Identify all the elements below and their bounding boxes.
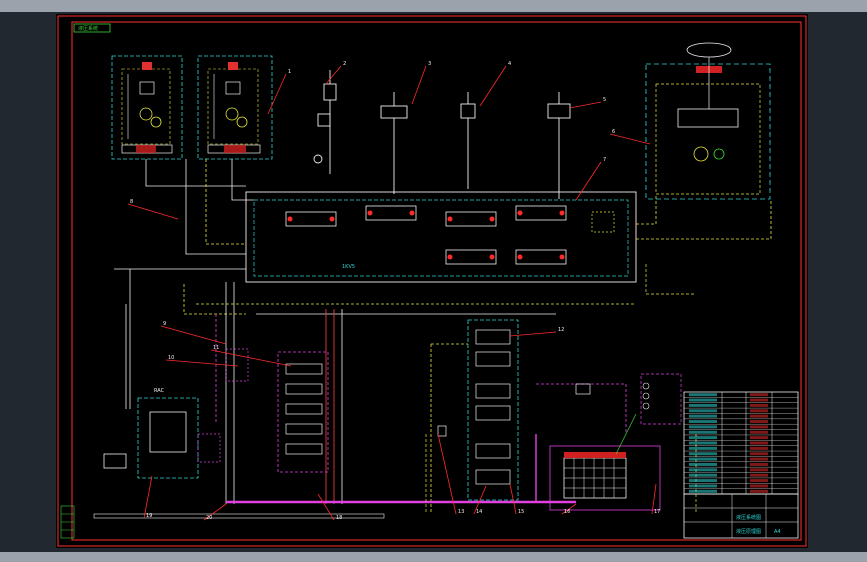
- panel-label: RAC: [154, 388, 165, 394]
- parts-list-spec: [750, 409, 768, 413]
- leader-1-line: [267, 73, 287, 115]
- leader-12-line: [509, 331, 557, 337]
- parts-list-entry: [689, 446, 717, 450]
- parts-list-spec: [750, 420, 768, 424]
- leader-12: 12: [558, 327, 564, 333]
- piping: [114, 159, 772, 514]
- parts-list-spec: [750, 479, 768, 483]
- leader-4: 4: [508, 61, 511, 67]
- parts-list-spec: [750, 403, 768, 407]
- parts-list-entry: [689, 430, 717, 434]
- corner-tag: 液压系统: [78, 25, 98, 32]
- outer-border: [57, 15, 807, 547]
- parts-list-entry: [689, 468, 717, 472]
- pilot-lines: [196, 264, 697, 514]
- leader-10: 10: [168, 355, 174, 361]
- leader-7-line: [575, 161, 602, 201]
- leader-18: 18: [336, 515, 342, 521]
- leader-6-line: [609, 133, 651, 145]
- parts-list-entry: [689, 414, 717, 418]
- leader-11: 11: [213, 345, 219, 351]
- parts-list-spec: [750, 489, 768, 493]
- parts-list-spec: [750, 425, 768, 429]
- parts-list-entry: [689, 420, 717, 424]
- parts-list-spec: [750, 441, 768, 445]
- parts-list-entry: [689, 425, 717, 429]
- leader-10-line: [165, 359, 239, 367]
- leader-8-line: [127, 203, 179, 220]
- valve-stack-center: [431, 319, 519, 501]
- parts-list-spec: [750, 484, 768, 488]
- leader-15: 15: [518, 509, 524, 515]
- electrical-block: [549, 373, 682, 511]
- mid-block-label: 1KV5: [342, 264, 355, 270]
- leader-7: 7: [603, 157, 606, 163]
- title-stamp-2: 液压原理图: [736, 528, 761, 535]
- pump-unit-right: [197, 55, 273, 160]
- parts-list-entry: [689, 409, 717, 413]
- right-pump-station: [645, 42, 771, 200]
- parts-list-entry: [689, 398, 717, 402]
- leader-13: 13: [458, 509, 464, 515]
- valve-manifold: [245, 191, 637, 283]
- leader-14: 14: [476, 509, 482, 515]
- parts-list-spec: [750, 430, 768, 434]
- inner-border: [71, 21, 802, 541]
- title-stamp-3: A4: [774, 529, 781, 535]
- parts-list-entry: [689, 489, 717, 493]
- parts-list-entry: [689, 457, 717, 461]
- pump-unit-left: [111, 55, 183, 160]
- leader-3-line: [411, 65, 427, 105]
- parts-list-entry: [689, 462, 717, 466]
- leader-8: 8: [130, 199, 133, 205]
- leader-15-line: [509, 483, 517, 515]
- drawing-sheet: 液压系统 RAC 1KV5 1 2 3 4 5 6 7 8 9 10 11 12…: [56, 14, 808, 548]
- parts-list-entry: [689, 436, 717, 440]
- leader-6: 6: [612, 129, 615, 135]
- leader-16: 16: [564, 509, 570, 515]
- leader-1: 1: [288, 69, 291, 75]
- parts-list-spec: [750, 468, 768, 472]
- leader-5-line: [569, 101, 602, 109]
- parts-list-spec: [750, 393, 768, 397]
- leader-4-line: [479, 65, 507, 107]
- parts-list-spec: [750, 452, 768, 456]
- power-pack: RAC: [93, 388, 385, 519]
- parts-list-spec: [750, 473, 768, 477]
- parts-list-spec: [750, 436, 768, 440]
- leader-3: 3: [428, 61, 431, 67]
- parts-list-spec: [750, 398, 768, 402]
- parts-list-spec: [750, 457, 768, 461]
- parts-list-spec: [750, 446, 768, 450]
- hydraulic-schematic: 液压系统 RAC 1KV5 12 3 45678910111213 14 15 …: [57, 15, 807, 547]
- parts-list-entry: [689, 479, 717, 483]
- parts-list-entry: [689, 441, 717, 445]
- parts-list-spec: [750, 462, 768, 466]
- parts-list-spec: [750, 414, 768, 418]
- parts-list-entry: [689, 452, 717, 456]
- leader-9: 9: [163, 321, 166, 327]
- leader-20: 20: [206, 515, 212, 521]
- parts-list-entry: [689, 393, 717, 397]
- leader-5: 5: [603, 97, 606, 103]
- parts-list-entry: [689, 473, 717, 477]
- title-stamp-1: 液压系统图: [736, 514, 761, 521]
- leader-2-line: [325, 65, 342, 85]
- leader-17: 17: [654, 509, 660, 515]
- actuator-cylinders: [313, 70, 571, 199]
- valve-stack-left: [225, 348, 329, 473]
- leader-2: 2: [343, 61, 346, 67]
- parts-list-entry: [689, 403, 717, 407]
- leader-19: 19: [146, 513, 152, 519]
- leader-19-line: [143, 475, 153, 519]
- parts-list: [684, 393, 798, 495]
- title-block: 液压系统图 液压原理图 A4: [683, 391, 799, 539]
- parts-list-entry: [689, 484, 717, 488]
